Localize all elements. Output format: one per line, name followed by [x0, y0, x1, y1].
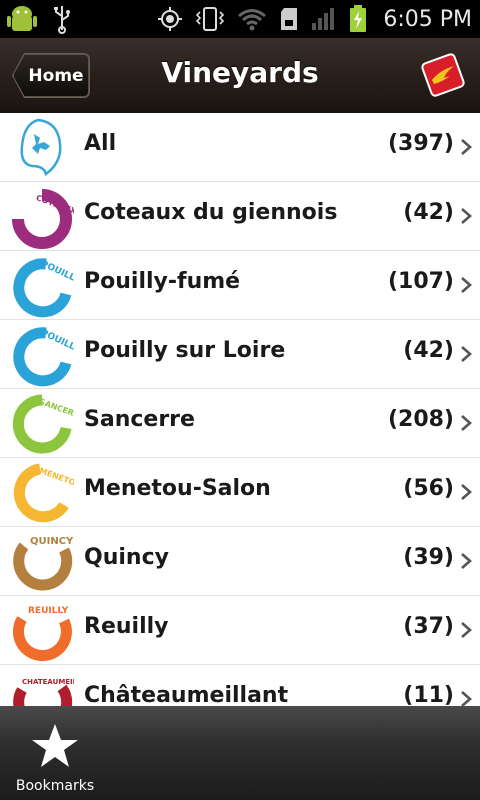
svg-text:REUILLY: REUILLY — [28, 606, 69, 616]
quincy-logo: QUINCY — [13, 536, 74, 591]
chateaumeillant-logo: CHATEAUMEILLANT — [13, 678, 74, 706]
all-vineyards-icon — [20, 118, 62, 177]
title-bar: Home Vineyards — [0, 38, 480, 113]
list-item-label: Reuilly — [84, 614, 169, 639]
pouilly-logo: POUILLY — [13, 327, 74, 387]
list-item[interactable]: MENETOU SALON Menetou-Salon (56) — [0, 458, 480, 527]
list-item-count: (42) — [403, 338, 454, 363]
list-item[interactable]: POUILLY Pouilly-fumé (107) — [0, 251, 480, 320]
reuilly-logo: REUILLY — [12, 606, 72, 662]
svg-text:QUINCY: QUINCY — [30, 536, 74, 547]
svg-text:POUILLY: POUILLY — [39, 328, 74, 355]
signal-icon — [312, 8, 335, 30]
list-item-count: (39) — [403, 545, 454, 570]
chevron-right-icon — [461, 208, 472, 224]
list-item-label: Menetou-Salon — [84, 476, 271, 501]
chevron-right-icon — [461, 277, 472, 293]
chevron-right-icon — [461, 484, 472, 500]
list-item[interactable]: SANCERRE Sancerre (208) — [0, 389, 480, 458]
list-item-label: Châteaumeillant — [84, 683, 289, 706]
list-item-count: (208) — [387, 407, 454, 432]
brand-logo-icon[interactable] — [420, 52, 466, 98]
chevron-right-icon — [461, 691, 472, 706]
list-item-label: Quincy — [84, 545, 169, 570]
menetou-salon-logo: MENETOU SALON — [13, 463, 74, 523]
tab-bookmarks[interactable]: Bookmarks — [6, 712, 104, 798]
tab-bookmarks-label: Bookmarks — [15, 778, 95, 794]
list-item[interactable]: POUILLY Pouilly sur Loire (42) — [0, 320, 480, 389]
android-icon — [7, 6, 37, 31]
list-item-label: Pouilly sur Loire — [84, 338, 286, 363]
chevron-right-icon — [461, 553, 472, 569]
wifi-icon — [238, 9, 267, 31]
pouilly-logo: POUILLY — [13, 258, 74, 318]
usb-icon — [54, 6, 70, 34]
page-title: Vineyards — [161, 56, 319, 89]
list-item-label: Pouilly-fumé — [84, 269, 241, 294]
list-item-count: (37) — [403, 614, 454, 639]
bottom-tab-bar: Bookmarks — [0, 706, 480, 800]
list-item[interactable]: REUILLY Reuilly (37) — [0, 596, 480, 665]
svg-text:MENETOU SALON: MENETOU SALON — [38, 466, 74, 501]
list-item-label: All — [84, 131, 117, 156]
coteaux-du-giennois-logo: COTEAUX DU GIENNOIS — [12, 189, 74, 249]
list-item[interactable]: COTEAUX DU GIENNOIS Coteaux du giennois … — [0, 182, 480, 251]
svg-text:SANCERRE: SANCERRE — [38, 397, 74, 422]
list-item-label: Coteaux du giennois — [84, 200, 338, 225]
list-item-label: Sancerre — [84, 407, 195, 432]
battery-charging-icon — [350, 5, 367, 32]
sd-card-icon — [281, 8, 298, 30]
chevron-right-icon — [461, 346, 472, 362]
gps-icon — [158, 7, 183, 31]
sancerre-logo: SANCERRE — [12, 394, 74, 454]
star-icon — [32, 724, 78, 767]
list-item-count: (11) — [403, 683, 454, 706]
svg-text:POUILLY: POUILLY — [39, 259, 74, 286]
list-item[interactable]: QUINCY Quincy (39) — [0, 527, 480, 596]
chevron-right-icon — [461, 139, 472, 155]
list-item-count: (107) — [387, 269, 454, 294]
vineyard-list: All (397) COTEAUX DU GIENNOIS Coteaux du… — [0, 113, 480, 706]
list-item-count: (42) — [403, 200, 454, 225]
status-bar: 6:05 PM — [0, 0, 480, 38]
vibrate-icon — [196, 7, 225, 31]
list-item-count: (56) — [403, 476, 454, 501]
chevron-right-icon — [461, 415, 472, 431]
chevron-right-icon — [461, 622, 472, 638]
list-item[interactable]: All (397) — [0, 113, 480, 182]
list-item[interactable]: CHATEAUMEILLANT Châteaumeillant (11) — [0, 665, 480, 706]
status-time: 6:05 PM — [383, 6, 472, 32]
list-item-count: (397) — [387, 131, 454, 156]
svg-text:CHATEAUMEILLANT: CHATEAUMEILLANT — [22, 678, 74, 686]
